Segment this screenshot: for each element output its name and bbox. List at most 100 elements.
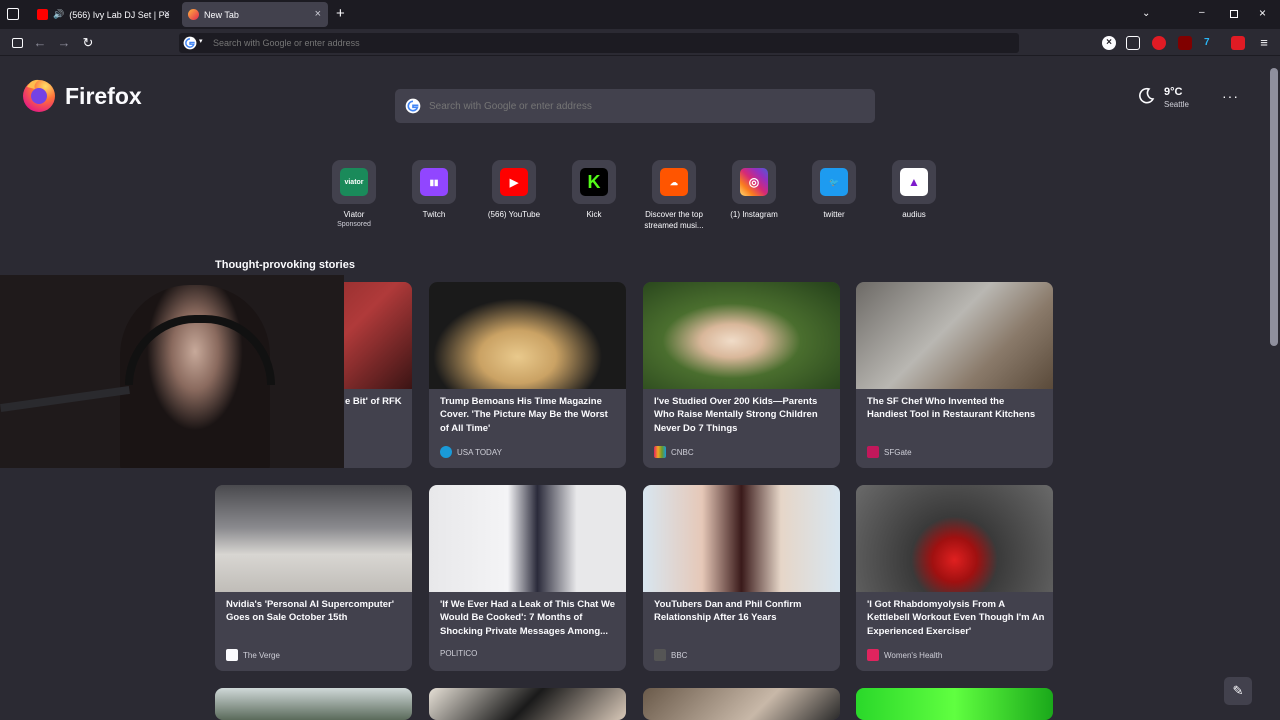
google-icon xyxy=(405,98,421,114)
weather-city[interactable]: Seattle xyxy=(1164,100,1189,109)
edit-pencil-icon[interactable]: ✎ xyxy=(1224,677,1252,705)
list-all-tabs-icon[interactable]: ⌄ xyxy=(1142,8,1150,19)
story-card[interactable]: Trump Bemoans His Time Magazine Cover. '… xyxy=(429,282,626,468)
top-site-youtube[interactable]: ▶ (566) YouTube xyxy=(474,160,554,220)
viator-icon: viator xyxy=(340,168,368,196)
top-site-viator[interactable]: viator Viator Sponsored xyxy=(314,160,394,230)
story-title: The SF Chef Who Invented the Handiest To… xyxy=(867,396,1036,421)
top-site-tile[interactable]: viator xyxy=(332,160,376,204)
story-image xyxy=(429,688,626,720)
top-site-tile[interactable]: 🐦 xyxy=(812,160,856,204)
firefox-logo-icon xyxy=(23,79,55,112)
story-image xyxy=(429,282,626,389)
the-verge-icon xyxy=(226,649,238,661)
top-site-tile[interactable]: ◎ xyxy=(732,160,776,204)
more-options-icon[interactable]: ··· xyxy=(1222,88,1239,104)
publisher: Women's Health xyxy=(867,649,942,661)
story-image xyxy=(856,282,1053,389)
extension-x-icon[interactable]: × xyxy=(1102,36,1116,50)
stories-heading: Thought-provoking stories xyxy=(215,259,355,271)
story-card[interactable] xyxy=(856,688,1053,720)
search-box[interactable] xyxy=(395,89,875,123)
moon-icon[interactable] xyxy=(1137,87,1155,105)
audius-icon: ▲ xyxy=(900,168,928,196)
top-site-label: Twitch xyxy=(422,210,446,219)
top-site-instagram[interactable]: ◎ (1) Instagram xyxy=(714,160,794,220)
minimize-button[interactable]: – xyxy=(1199,7,1205,18)
story-card[interactable]: 'I Got Rhabdomyolysis From A Kettlebell … xyxy=(856,485,1053,671)
extension-7tv-icon[interactable]: 7 xyxy=(1204,36,1218,50)
firefox-favicon-icon xyxy=(188,9,199,20)
top-site-kick[interactable]: K Kick xyxy=(554,160,634,220)
story-card[interactable] xyxy=(429,688,626,720)
story-card[interactable]: I've Studied Over 200 Kids—Parents Who R… xyxy=(643,282,840,468)
tab-list-icon[interactable] xyxy=(7,8,19,20)
top-site-tile[interactable]: ▶ xyxy=(492,160,536,204)
webcam-overlay xyxy=(0,275,344,468)
weather-temperature[interactable]: 9°C xyxy=(1164,86,1182,98)
publisher-name: USA TODAY xyxy=(457,447,502,457)
top-site-twitter[interactable]: 🐦 twitter xyxy=(794,160,874,220)
youtube-icon: ▶ xyxy=(500,168,528,196)
top-site-label: Viator xyxy=(343,210,365,219)
tab-strip: 🔊 (566) Ivy Lab DJ Set | Peti × New Tab … xyxy=(0,0,1280,29)
ublock-extension-icon[interactable] xyxy=(1178,36,1192,50)
story-image xyxy=(215,485,412,592)
sidebar-icon[interactable] xyxy=(9,35,25,51)
back-icon[interactable]: ← xyxy=(32,35,48,51)
extensions-puzzle-icon[interactable] xyxy=(1126,36,1140,50)
publisher-name: CNBC xyxy=(671,447,694,457)
extension-red-icon[interactable] xyxy=(1231,36,1245,50)
publisher: CNBC xyxy=(654,446,694,458)
story-card[interactable]: The SF Chef Who Invented the Handiest To… xyxy=(856,282,1053,468)
story-card[interactable] xyxy=(215,688,412,720)
close-tab-icon[interactable]: × xyxy=(315,8,321,20)
search-engine-chevron-icon[interactable]: ▾ xyxy=(199,37,203,45)
forward-icon[interactable]: → xyxy=(56,35,72,51)
story-card[interactable]: Nvidia's 'Personal AI Supercomputer' Goe… xyxy=(215,485,412,671)
search-input[interactable] xyxy=(429,98,859,114)
publisher-name: SFGate xyxy=(884,447,912,457)
scrollbar-thumb[interactable] xyxy=(1270,68,1278,346)
google-icon[interactable] xyxy=(183,36,197,50)
top-site-audius[interactable]: ▲ audius xyxy=(874,160,954,220)
new-tab-button[interactable]: + xyxy=(336,6,345,21)
close-tab-icon[interactable]: × xyxy=(164,8,170,20)
address-input[interactable] xyxy=(213,35,1003,51)
top-site-soundcloud[interactable]: ☁ Discover the top streamed musi... xyxy=(634,160,714,231)
top-site-label: Kick xyxy=(586,210,602,219)
speaker-icon[interactable]: 🔊 xyxy=(53,9,64,20)
story-title: 'If We Ever Had a Leak of This Chat We W… xyxy=(440,599,616,637)
tab-new-tab[interactable]: New Tab × xyxy=(182,2,328,27)
top-site-label: audius xyxy=(902,210,926,219)
sponsored-label: Sponsored xyxy=(337,221,371,228)
url-bar[interactable]: ▾ xyxy=(179,33,1019,53)
top-site-tile[interactable]: ▲ xyxy=(892,160,936,204)
youtube-extension-icon[interactable] xyxy=(1152,36,1166,50)
app-menu-icon[interactable]: ≡ xyxy=(1256,35,1272,51)
top-site-label: Discover the top streamed musi... xyxy=(644,210,704,230)
story-card[interactable] xyxy=(643,688,840,720)
publisher-name: BBC xyxy=(671,650,688,660)
top-site-tile[interactable]: ▮▮ xyxy=(412,160,456,204)
close-window-button[interactable]: × xyxy=(1259,6,1266,20)
story-card[interactable]: 'If We Ever Had a Leak of This Chat We W… xyxy=(429,485,626,671)
tab-youtube[interactable]: 🔊 (566) Ivy Lab DJ Set | Peti × xyxy=(31,2,177,27)
tab-title: New Tab xyxy=(204,9,239,20)
tab-title: (566) Ivy Lab DJ Set | Peti xyxy=(69,9,170,20)
story-image xyxy=(643,282,840,389)
story-card[interactable]: YouTubers Dan and Phil Confirm Relations… xyxy=(643,485,840,671)
reload-icon[interactable]: ↻ xyxy=(80,35,96,51)
story-title: e Bit' of RFK xyxy=(345,396,402,407)
bbc-icon xyxy=(654,649,666,661)
story-title: I've Studied Over 200 Kids—Parents Who R… xyxy=(654,396,818,434)
story-title: 'I Got Rhabdomyolysis From A Kettlebell … xyxy=(867,599,1045,637)
microphone-arm xyxy=(0,385,130,413)
restore-button[interactable] xyxy=(1230,10,1238,18)
youtube-favicon-icon xyxy=(37,9,48,20)
top-site-tile[interactable]: K xyxy=(572,160,616,204)
top-site-label: twitter xyxy=(823,210,845,219)
top-site-tile[interactable]: ☁ xyxy=(652,160,696,204)
publisher: SFGate xyxy=(867,446,912,458)
top-site-twitch[interactable]: ▮▮ Twitch xyxy=(394,160,474,220)
